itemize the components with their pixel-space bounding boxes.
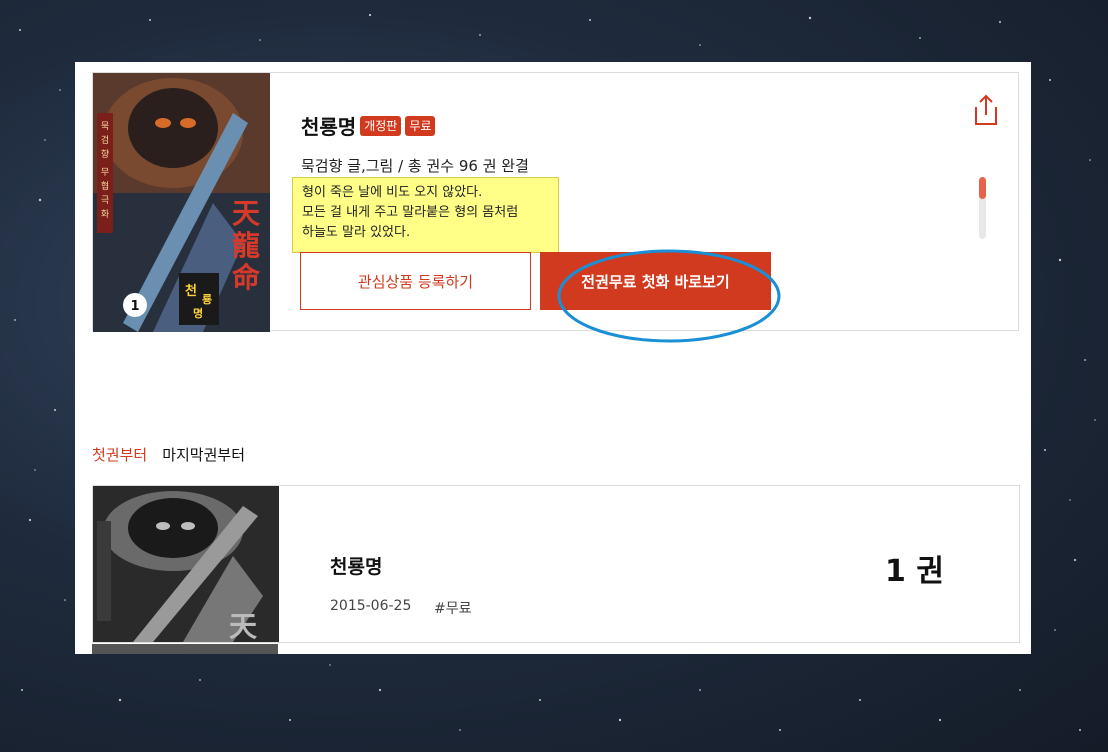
svg-text:묵: 묵 [101, 121, 109, 132]
svg-text:룡: 룡 [202, 293, 212, 306]
svg-text:극: 극 [101, 195, 109, 206]
volume-date: 2015-06-25 [330, 598, 412, 614]
book-description-note: 형이 죽은 날에 비도 오지 않았다. 모든 걸 내게 주고 말라붙은 형의 몸… [292, 177, 559, 253]
tab-last-volume[interactable]: 마지막권부터 [162, 444, 245, 465]
svg-text:1: 1 [130, 299, 139, 314]
svg-text:천: 천 [185, 284, 197, 299]
volume-number: 1 권 [885, 554, 944, 589]
content-panel: 묵 검 향 무 협 극 화 天 龍 命 1 천 룡 명 천룡명 개정판 무료 묵… [75, 62, 1031, 654]
description-line: 하늘도 말라 있었다. [302, 225, 411, 240]
svg-text:화: 화 [101, 209, 109, 220]
add-wishlist-button[interactable]: 관심상품 등록하기 [300, 252, 531, 310]
svg-text:명: 명 [193, 306, 203, 320]
svg-text:命: 命 [232, 261, 261, 294]
book-cover-image[interactable]: 묵 검 향 무 협 극 화 天 龍 命 1 천 룡 명 [93, 73, 270, 332]
svg-text:검: 검 [101, 134, 109, 146]
badge-revised: 개정판 [360, 115, 402, 136]
svg-text:龍: 龍 [232, 229, 260, 262]
svg-text:협: 협 [101, 180, 109, 192]
description-line: 모든 걸 내게 주고 말라붙은 형의 몸처럼 [302, 205, 519, 220]
tab-first-volume[interactable]: 첫권부터 [92, 444, 147, 465]
scrollbar[interactable] [979, 177, 986, 239]
volume-tag: #무료 [434, 601, 472, 617]
description-line: 형이 죽은 날에 비도 오지 않았다. [302, 185, 483, 200]
volume-list-item[interactable]: 天 천룡명 2015-06-25 #무료 1 권 [92, 485, 1020, 643]
book-title-row: 천룡명 개정판 무료 [301, 111, 436, 140]
svg-text:무: 무 [101, 167, 109, 178]
svg-text:향: 향 [101, 148, 109, 160]
book-author-info: 묵검향 글,그림 / 총 권수 96 권 완결 [301, 157, 529, 175]
sort-tabs: 첫권부터 마지막권부터 [92, 444, 245, 465]
highlight-circle-annotation [557, 249, 781, 343]
next-list-item-edge [92, 644, 278, 654]
share-icon[interactable] [971, 93, 1001, 127]
svg-text:天: 天 [232, 197, 260, 230]
volume-cover-thumbnail[interactable]: 天 [93, 486, 279, 642]
book-title: 천룡명 [301, 115, 357, 139]
badge-free: 무료 [405, 115, 436, 136]
book-detail-card: 묵 검 향 무 협 극 화 天 龍 命 1 천 룡 명 천룡명 개정판 무료 묵… [92, 72, 1019, 343]
svg-text:天: 天 [229, 610, 257, 642]
volume-title: 천룡명 [330, 556, 383, 578]
scrollbar-thumb[interactable] [979, 177, 986, 199]
